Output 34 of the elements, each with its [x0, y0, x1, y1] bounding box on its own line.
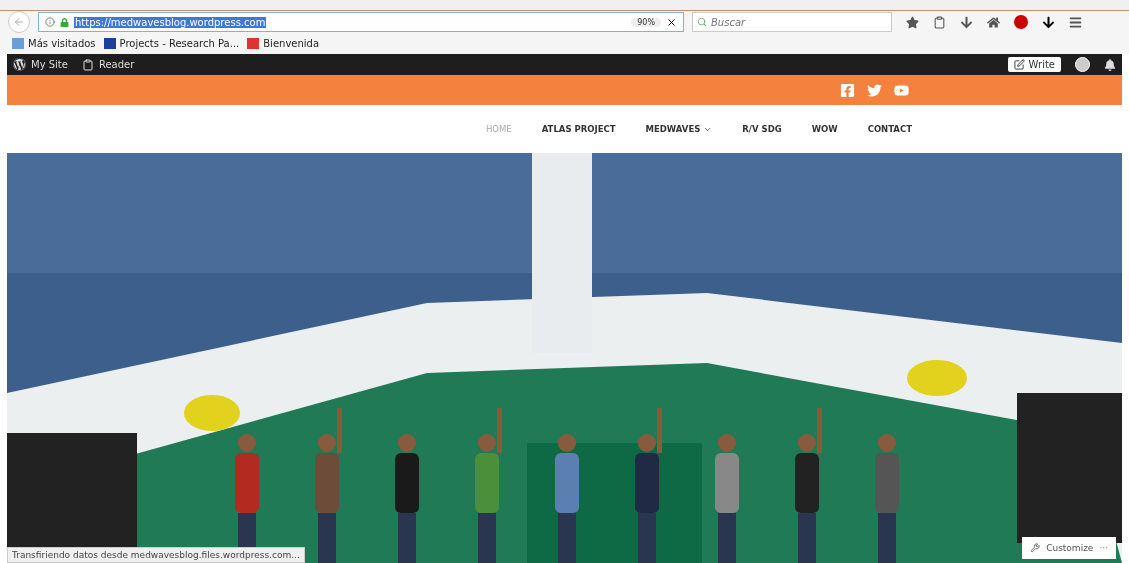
bookmark[interactable]: Bienvenida [247, 38, 320, 50]
bookmark[interactable]: Projects - Research Pa... [103, 38, 240, 50]
nav-link[interactable]: CONTACT [867, 124, 912, 134]
clipboard-icon[interactable] [933, 15, 946, 29]
address-bar[interactable]: https://medwavesblog.wordpress.com 90% [38, 12, 684, 33]
nav-link[interactable]: WOW [811, 124, 838, 134]
download-icon[interactable] [1042, 15, 1055, 29]
admin-bar-link[interactable]: Reader [81, 58, 135, 71]
bell-icon[interactable] [1104, 58, 1116, 71]
star-icon[interactable] [906, 15, 919, 29]
status-text: Transfiriendo datos desde medwavesblog.files.wordpress.com... [7, 547, 305, 563]
menu-icon[interactable] [1069, 15, 1082, 29]
nav-link[interactable]: R/V SDG [742, 124, 782, 134]
home-icon[interactable] [987, 15, 1000, 29]
back-arrow-icon [13, 16, 25, 29]
lock-icon [60, 17, 69, 27]
avatar[interactable] [1075, 57, 1090, 72]
close-icon[interactable] [666, 16, 677, 28]
twitter-icon[interactable] [867, 82, 882, 98]
pencil-icon [1013, 59, 1025, 70]
search-field[interactable]: Buscar [692, 12, 892, 33]
bookmark[interactable]: Más visitados [12, 38, 96, 50]
logo-icon [13, 58, 26, 71]
tools-icon [1030, 543, 1041, 553]
admin-bar-link[interactable]: My Site [13, 58, 68, 71]
info-icon [45, 17, 55, 28]
zoom-level[interactable]: 90% [631, 17, 661, 27]
customize-button[interactable]: Customize ··· [1022, 537, 1116, 559]
nav-link[interactable]: MEDWAVES [645, 124, 713, 134]
download-icon[interactable] [960, 15, 973, 29]
nav-link[interactable]: ATLAS PROJECT [541, 124, 616, 134]
facebook-icon[interactable] [840, 82, 855, 98]
newspaper-icon [81, 58, 94, 71]
write-button[interactable]: Write [1007, 57, 1061, 72]
